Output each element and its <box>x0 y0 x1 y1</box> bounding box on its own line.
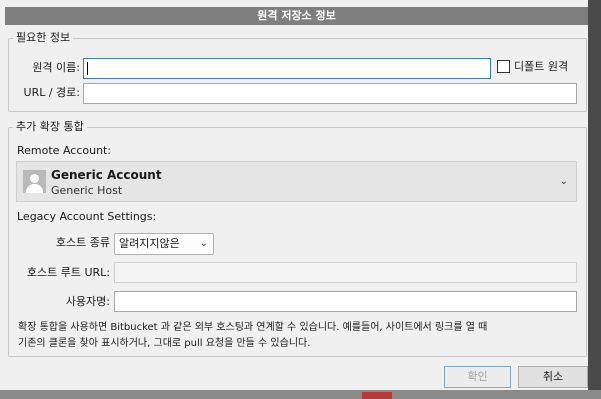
description-line-2: 기존의 클론을 찾아 표시하거나, 그대로 pull 요청을 만들 수 있습니다… <box>18 338 311 349</box>
legacy-settings-label: Legacy Account Settings: <box>17 210 157 223</box>
remote-name-label: 원격 이름: <box>32 61 80 74</box>
account-name: Generic Account <box>51 168 162 182</box>
host-type-select[interactable]: 알려지지않은 ⌄ <box>114 233 214 255</box>
username-input[interactable] <box>114 291 577 312</box>
host-root-url-input[interactable] <box>114 262 577 283</box>
background-red-mark <box>362 392 392 399</box>
description-line-1: 확장 통합을 사용하면 Bitbucket 과 같은 외부 호스팅과 연계할 수… <box>18 322 488 333</box>
chevron-down-icon: ⌄ <box>559 176 568 187</box>
avatar-head <box>30 174 39 183</box>
extension-integration-legend: 추가 확장 통합 <box>13 120 87 134</box>
remote-repository-dialog: 원격 저장소 정보 필요한 정보 원격 이름: 디폴트 원격 URL / 경로:… <box>0 0 601 399</box>
text-caret <box>87 62 88 75</box>
default-remote-label[interactable]: 디폴트 원격 <box>514 60 568 74</box>
background-window-edge <box>588 0 601 399</box>
required-info-legend: 필요한 정보 <box>13 31 74 45</box>
dialog-title: 원격 저장소 정보 <box>5 7 588 25</box>
remote-account-dropdown[interactable]: Generic Account Generic Host ⌄ <box>16 161 577 202</box>
username-label: 사용자명: <box>65 295 110 308</box>
ok-button[interactable]: 확인 <box>444 366 511 388</box>
url-path-label: URL / 경로: <box>23 86 80 99</box>
avatar-body <box>26 184 43 193</box>
host-type-value: 알려지지않은 <box>119 237 180 250</box>
default-remote-checkbox[interactable] <box>497 60 510 73</box>
account-host: Generic Host <box>51 184 123 197</box>
cancel-button[interactable]: 취소 <box>518 366 588 388</box>
integration-description: 확장 통합을 사용하면 Bitbucket 과 같은 외부 호스팅과 연계할 수… <box>18 320 578 352</box>
host-type-label: 호스트 종류 <box>55 236 110 249</box>
remote-name-input[interactable] <box>83 58 491 79</box>
host-root-url-label: 호스트 루트 URL: <box>26 266 110 279</box>
remote-account-label: Remote Account: <box>17 144 112 157</box>
background-window-strip <box>0 390 601 399</box>
url-path-input[interactable] <box>83 83 577 104</box>
avatar <box>23 170 46 193</box>
chevron-down-icon: ⌄ <box>199 238 208 249</box>
